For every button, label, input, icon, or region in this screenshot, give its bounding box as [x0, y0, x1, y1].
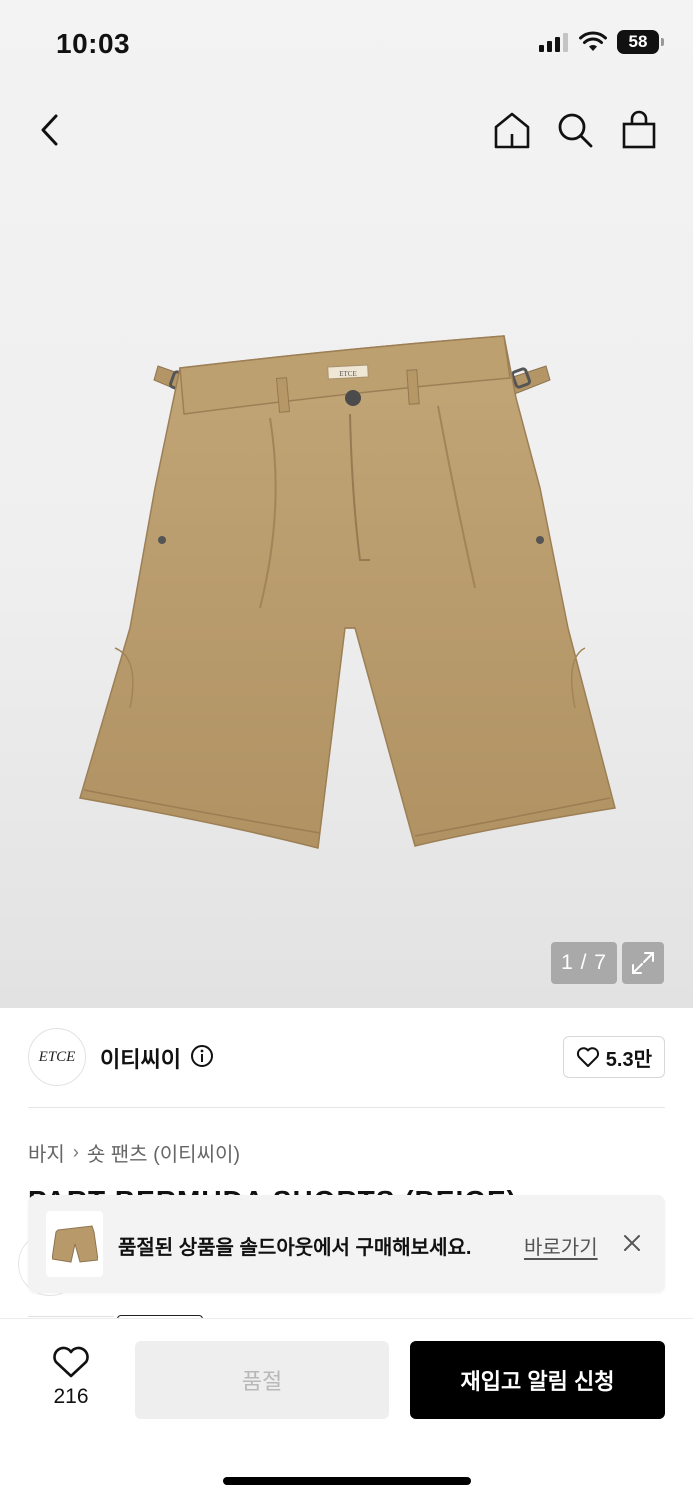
- brand-name[interactable]: 이티씨이: [100, 1042, 181, 1074]
- image-counter: 1 / 7: [551, 942, 617, 984]
- toast-thumbnail: [46, 1211, 103, 1277]
- cart-button[interactable]: [617, 108, 661, 152]
- heart-icon: [576, 1047, 599, 1067]
- toast-message: 품절된 상품을 솔드아웃에서 구매해보세요.: [118, 1237, 472, 1259]
- shopping-bag-icon: [622, 110, 656, 149]
- brand-like-count: 5.3만: [605, 1048, 652, 1071]
- soldout-button[interactable]: 품절: [135, 1341, 389, 1419]
- product-gallery[interactable]: 10:03 58 ETCE 1 / 7: [0, 0, 693, 1008]
- wishlist-count: 216: [53, 1385, 89, 1408]
- home-indicator: [223, 1477, 471, 1485]
- search-button[interactable]: [553, 108, 597, 152]
- wishlist-button[interactable]: 216: [40, 1345, 102, 1415]
- brand-row: ETCE 이티씨이 5.3만: [28, 1028, 665, 1086]
- search-icon: [558, 113, 593, 148]
- bottom-action-bar: 216 품절 재입고 알림 신청: [0, 1318, 693, 1500]
- divider: [28, 1107, 665, 1108]
- chevron-right-icon: ›: [72, 1142, 79, 1162]
- battery-icon: 58: [617, 30, 664, 54]
- wifi-icon: [579, 31, 607, 51]
- breadcrumb-subcategory[interactable]: 숏 팬츠 (이티씨이): [87, 1138, 240, 1167]
- signal-icon: [539, 33, 568, 52]
- status-time: 10:03: [56, 28, 131, 59]
- info-icon[interactable]: [190, 1044, 214, 1068]
- product-image[interactable]: ETCE: [70, 328, 630, 858]
- status-icons: 58: [539, 30, 664, 54]
- expand-button[interactable]: [622, 942, 664, 984]
- breadcrumb: 바지 › 숏 팬츠 (이티씨이): [28, 1138, 240, 1167]
- back-button[interactable]: [28, 108, 72, 152]
- home-icon: [494, 112, 530, 149]
- home-button[interactable]: [490, 108, 534, 152]
- restock-alert-button[interactable]: 재입고 알림 신청: [410, 1341, 665, 1419]
- close-icon: [624, 1235, 640, 1251]
- waistband-tag-text: ETCE: [339, 370, 357, 378]
- toast-link[interactable]: 바로가기: [524, 1231, 598, 1260]
- breadcrumb-category[interactable]: 바지: [28, 1138, 65, 1167]
- toast-close-button[interactable]: [620, 1231, 644, 1255]
- heart-icon: [53, 1346, 89, 1378]
- expand-icon: [632, 952, 654, 974]
- brand-like-button[interactable]: 5.3만: [562, 1036, 665, 1078]
- brand-logo[interactable]: ETCE: [28, 1028, 86, 1086]
- top-nav: [0, 100, 693, 160]
- soldout-toast: 품절된 상품을 솔드아웃에서 구매해보세요. 바로가기: [28, 1195, 665, 1293]
- status-bar: 10:03 58: [0, 0, 693, 88]
- chevron-left-icon: [41, 114, 58, 146]
